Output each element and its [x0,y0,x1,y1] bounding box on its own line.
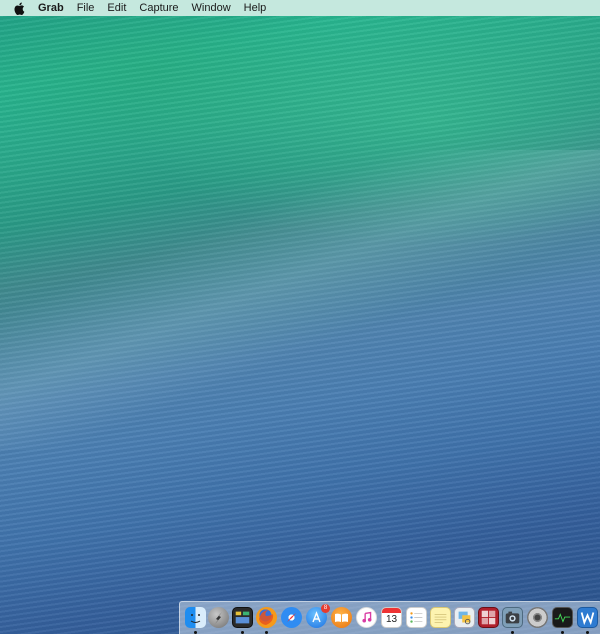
itunes-icon[interactable] [356,607,377,628]
apple-logo-icon[interactable] [13,2,25,15]
menu-edit[interactable]: Edit [102,0,134,16]
notes-icon[interactable] [430,607,451,628]
launchpad-icon[interactable] [208,607,229,628]
activity-monitor-icon[interactable] [552,607,573,628]
dock: 8 13 [179,601,600,634]
calendar-date: 13 [385,614,398,625]
firefox-icon[interactable] [256,607,277,628]
finder-icon[interactable] [185,607,206,628]
menu-capture[interactable]: Capture [134,0,186,16]
menu-help[interactable]: Help [239,0,275,16]
app-store-badge: 8 [321,604,330,613]
calendar-icon[interactable]: 13 [381,607,402,628]
grab-icon[interactable] [502,607,523,628]
desktop-wallpaper [0,0,600,634]
app-store-icon[interactable]: 8 [306,604,330,628]
menu-bar: Grab File Edit Capture Window Help [0,0,600,16]
menu-app-grab[interactable]: Grab [38,0,72,16]
menu-file[interactable]: File [72,0,103,16]
reminders-icon[interactable] [406,607,427,628]
word-icon[interactable] [577,607,598,628]
mission-control-icon[interactable] [232,607,253,628]
safari-icon[interactable] [281,607,302,628]
photo-booth-icon[interactable] [478,607,499,628]
ibooks-icon[interactable] [331,607,352,628]
menu-window[interactable]: Window [187,0,239,16]
system-preferences-icon[interactable] [527,607,548,628]
preview-icon[interactable] [454,607,475,628]
